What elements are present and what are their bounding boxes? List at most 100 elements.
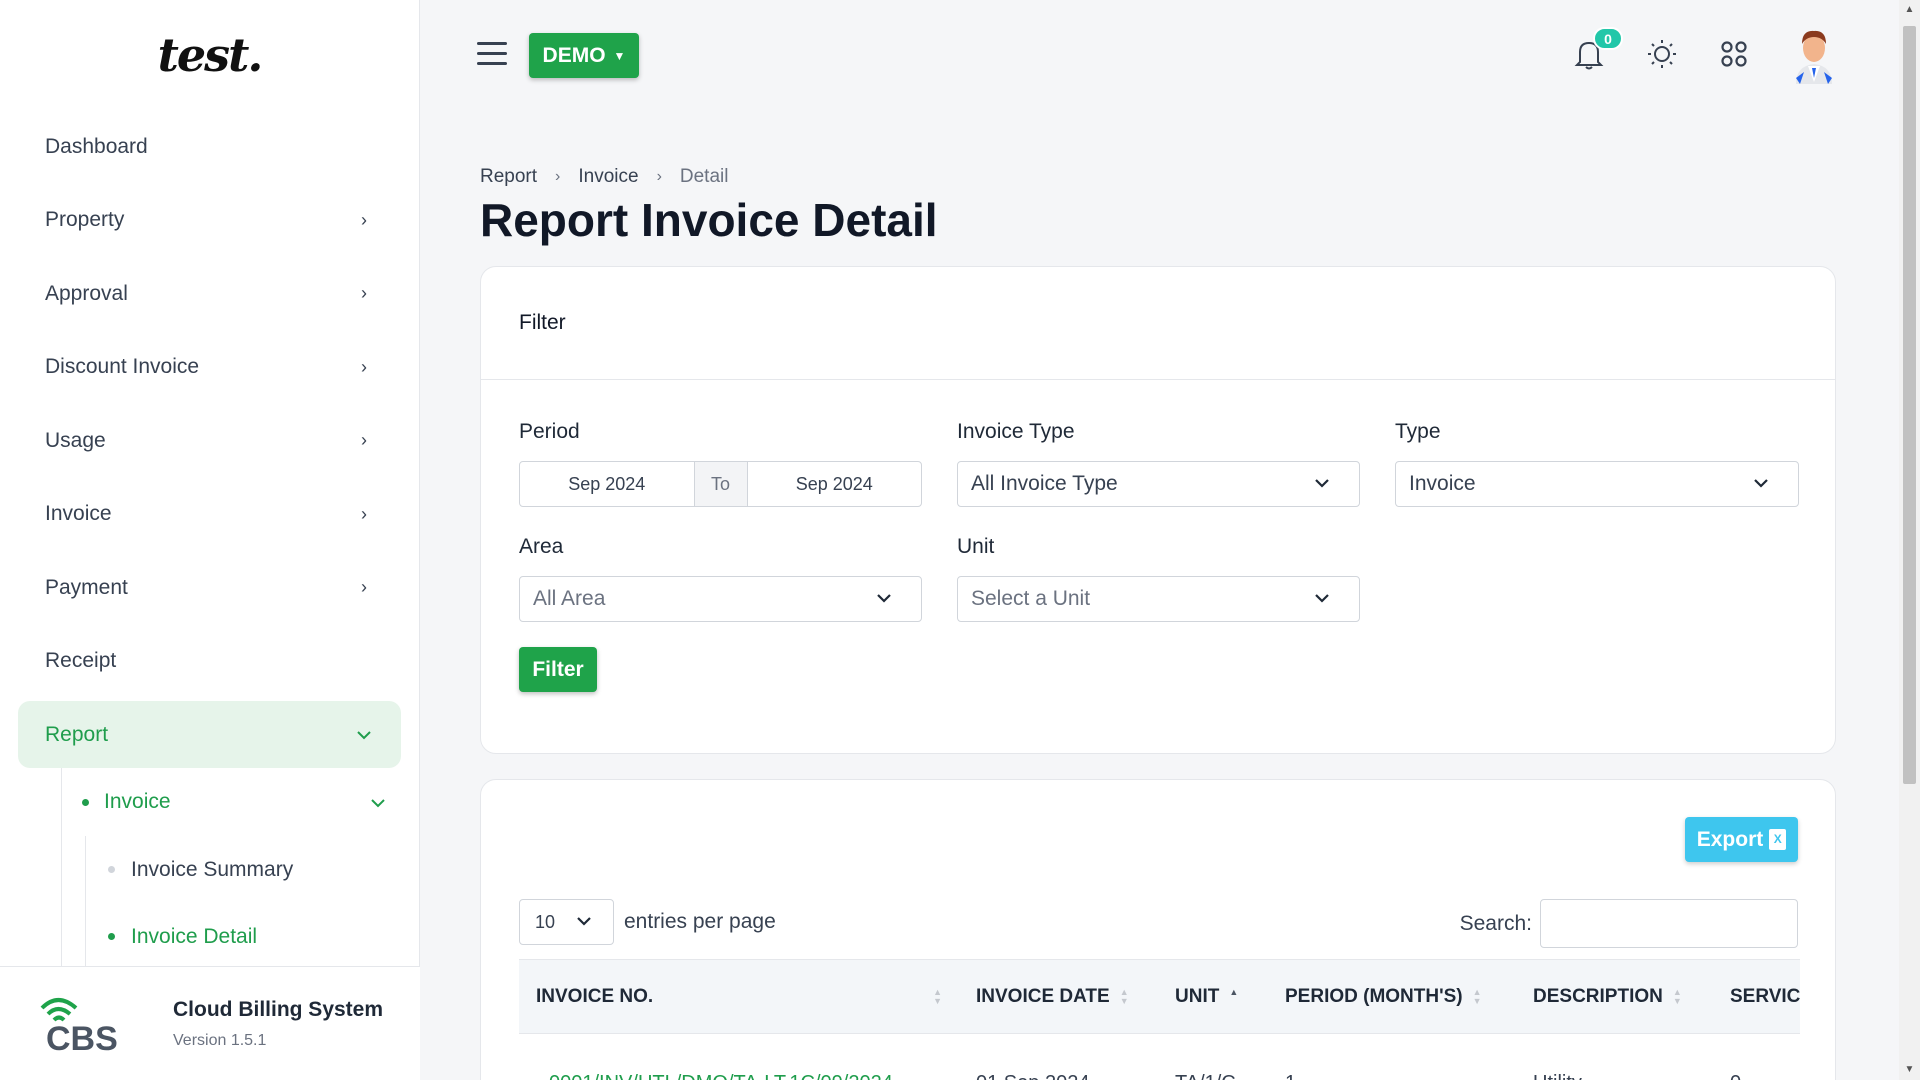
search-input[interactable] (1540, 899, 1798, 948)
sidebar-item-label: Dashboard (45, 134, 148, 158)
type-value: Invoice (1409, 472, 1476, 495)
breadcrumb-invoice[interactable]: Invoice (578, 166, 638, 188)
area-value: All Area (533, 587, 606, 610)
scroll-down-arrow-icon[interactable]: ▼ (1899, 1060, 1920, 1080)
sidebar-item-dashboard[interactable]: Dashboard (18, 110, 401, 184)
breadcrumb: Report › Invoice › Detail (480, 166, 728, 188)
chevron-right-icon: › (361, 503, 367, 524)
sort-icon: ▲ ▼ (1472, 986, 1482, 1006)
menu-icon[interactable] (477, 42, 507, 66)
submenu-item-invoice[interactable]: Invoice (62, 768, 419, 836)
sidebar-item-receipt[interactable]: Receipt (18, 625, 401, 699)
filter-card-header: Filter (481, 267, 1835, 380)
sidebar-nav: Dashboard Property › Approval › Discount I… (0, 110, 419, 768)
type-label: Type (1395, 420, 1441, 443)
export-label: Export (1696, 827, 1764, 851)
search-label: Search: (1459, 911, 1532, 935)
chevron-right-icon: › (361, 430, 367, 451)
scrollbar-thumb[interactable] (1903, 26, 1916, 784)
area-label: Area (519, 535, 564, 558)
column-label: SERVIC (1730, 985, 1800, 1007)
chevron-down-icon (575, 912, 593, 935)
sidebar-item-report[interactable]: Report (18, 701, 401, 768)
sidebar-item-label: Approval (45, 281, 128, 305)
column-label: DESCRIPTION (1533, 985, 1663, 1007)
table-search: Search: (1460, 899, 1798, 948)
sidebar-item-label: Invoice (45, 502, 112, 526)
unit-select[interactable]: Select a Unit (957, 576, 1360, 622)
page-title: Report Invoice Detail (480, 194, 938, 246)
column-label: PERIOD (MONTH'S) (1285, 985, 1463, 1007)
chevron-right-icon: › (361, 577, 367, 598)
period-to-input[interactable]: Sep 2024 (748, 462, 922, 506)
app-logo[interactable]: test. (0, 0, 419, 110)
sidebar-item-label: Discount Invoice (45, 355, 200, 379)
chevron-down-icon (354, 724, 374, 745)
chevron-down-icon (1752, 474, 1770, 498)
period-label: Period (519, 420, 580, 443)
excel-file-icon: X (1769, 829, 1787, 850)
page-scrollbar[interactable]: ▲ ▼ (1899, 0, 1920, 1080)
sidebar-item-label: Receipt (45, 649, 117, 673)
environment-dropdown[interactable]: DEMO ▼ (529, 33, 639, 78)
sidebar-item-payment[interactable]: Payment › (18, 551, 401, 625)
sidebar-item-usage[interactable]: Usage › (18, 404, 401, 478)
breadcrumb-report[interactable]: Report (480, 166, 537, 188)
invoice-submenu: Invoice Summary Invoice Detail (85, 836, 419, 970)
submenu-item-label: Invoice (104, 790, 171, 813)
invoice-no-link[interactable]: 0001/INV/UTL/DMO/TA-LT.1C/09/2024 (549, 1072, 893, 1080)
apps-grid-icon[interactable] (1716, 36, 1752, 72)
brand-footer: CBS Cloud Billing System Version 1.5.1 (0, 966, 420, 1080)
entries-label: entries per page (624, 910, 776, 933)
column-header-invoice-date[interactable]: INVOICE DATE ▲ ▼ (976, 960, 1129, 1033)
scroll-up-arrow-icon[interactable]: ▲ (1899, 0, 1920, 20)
area-select[interactable]: All Area (519, 576, 922, 622)
unit-placeholder: Select a Unit (971, 587, 1091, 610)
column-label: UNIT (1175, 985, 1220, 1007)
column-label: INVOICE NO. (536, 985, 654, 1007)
submenu-item-invoice-summary[interactable]: Invoice Summary (86, 836, 419, 903)
sidebar-item-discount-invoice[interactable]: Discount Invoice › (18, 331, 401, 405)
sort-ascending-icon: ▲▼ (1229, 986, 1239, 997)
chevron-right-icon: › (656, 168, 662, 185)
report-submenu: Invoice Invoice Summary Invoice Detail (61, 768, 419, 970)
table-row: 0001/INV/UTL/DMO/TA-LT.1C/09/2024 01 Sep… (519, 1034, 1800, 1080)
table-header: INVOICE NO. ▲▼ INVOICE DATE ▲▼ UNIT ▲▼ P… (519, 959, 1800, 1034)
chevron-down-icon (371, 790, 385, 814)
column-header-description[interactable]: DESCRIPTION ▲ ▼ (1533, 960, 1682, 1033)
brand-title: Cloud Billing System (173, 997, 384, 1021)
chevron-right-icon: › (361, 283, 367, 304)
submenu-item-label: Invoice Summary (131, 857, 294, 881)
sort-icon: ▲ ▼ (1119, 986, 1129, 1006)
invoice-type-select[interactable]: All Invoice Type (957, 461, 1360, 507)
svg-text:CBS: CBS (46, 1020, 118, 1054)
column-header-invoice-no[interactable]: INVOICE NO. ▲ ▼ (536, 960, 942, 1033)
submenu-item-invoice-detail[interactable]: Invoice Detail (86, 903, 419, 970)
type-select[interactable]: Invoice (1395, 461, 1799, 507)
column-header-service[interactable]: SERVIC (1730, 960, 1800, 1033)
sidebar-item-invoice[interactable]: Invoice › (18, 478, 401, 552)
bullet-icon (108, 933, 115, 940)
page-size-select[interactable]: 10 (519, 899, 614, 945)
table-card: Export X 10 entries per page Search: INV… (480, 779, 1836, 1080)
user-avatar[interactable] (1786, 26, 1842, 84)
period-cell: 1 (1285, 1072, 1296, 1080)
sidebar-item-property[interactable]: Property › (18, 184, 401, 258)
submenu-item-label: Invoice Detail (131, 924, 258, 948)
bullet-icon (108, 866, 115, 873)
column-header-unit[interactable]: UNIT ▲▼ (1175, 960, 1238, 1033)
period-from-input[interactable]: Sep 2024 (520, 462, 694, 506)
invoice-type-label: Invoice Type (957, 420, 1075, 443)
chevron-right-icon: › (361, 209, 367, 230)
service-cell: 0 (1730, 1072, 1741, 1080)
breadcrumb-detail: Detail (679, 166, 729, 187)
page-size-value: 10 (535, 911, 556, 932)
filter-button[interactable]: Filter (519, 647, 597, 692)
entries-per-page: 10 entries per page (519, 899, 776, 945)
sun-icon[interactable] (1644, 36, 1680, 72)
sidebar-item-label: Usage (45, 428, 106, 452)
period-to-separator: To (693, 462, 748, 506)
sidebar-item-approval[interactable]: Approval › (18, 257, 401, 331)
column-header-period[interactable]: PERIOD (MONTH'S) ▲ ▼ (1285, 960, 1482, 1033)
export-button[interactable]: Export X (1685, 817, 1798, 862)
